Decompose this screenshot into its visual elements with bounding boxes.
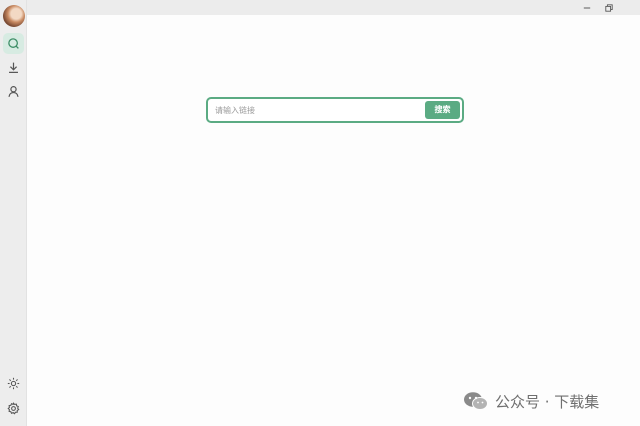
restore-button[interactable] — [602, 1, 616, 14]
search-button[interactable]: 搜索 — [425, 101, 460, 119]
user-icon — [8, 86, 19, 97]
avatar[interactable] — [3, 5, 25, 27]
theme-toggle[interactable] — [3, 373, 24, 394]
minimize-button[interactable] — [580, 1, 594, 14]
link-input[interactable] — [215, 101, 420, 119]
restore-icon — [605, 3, 613, 12]
gear-icon — [7, 402, 20, 415]
wechat-icon — [464, 392, 488, 410]
sidebar — [0, 0, 27, 426]
settings-button[interactable] — [3, 398, 24, 419]
search-icon — [8, 38, 19, 49]
sidebar-item-profile[interactable] — [3, 81, 24, 102]
sidebar-item-search[interactable] — [3, 33, 24, 54]
search-bar: 搜索 — [206, 97, 464, 123]
download-icon — [9, 62, 18, 73]
sun-icon — [7, 377, 20, 390]
title-bar — [27, 0, 640, 15]
watermark-text: 公众号 · 下载集 — [495, 392, 600, 411]
minimize-icon — [583, 7, 591, 8]
watermark: 公众号 · 下载集 — [463, 389, 599, 413]
sidebar-item-downloads[interactable] — [3, 57, 24, 78]
